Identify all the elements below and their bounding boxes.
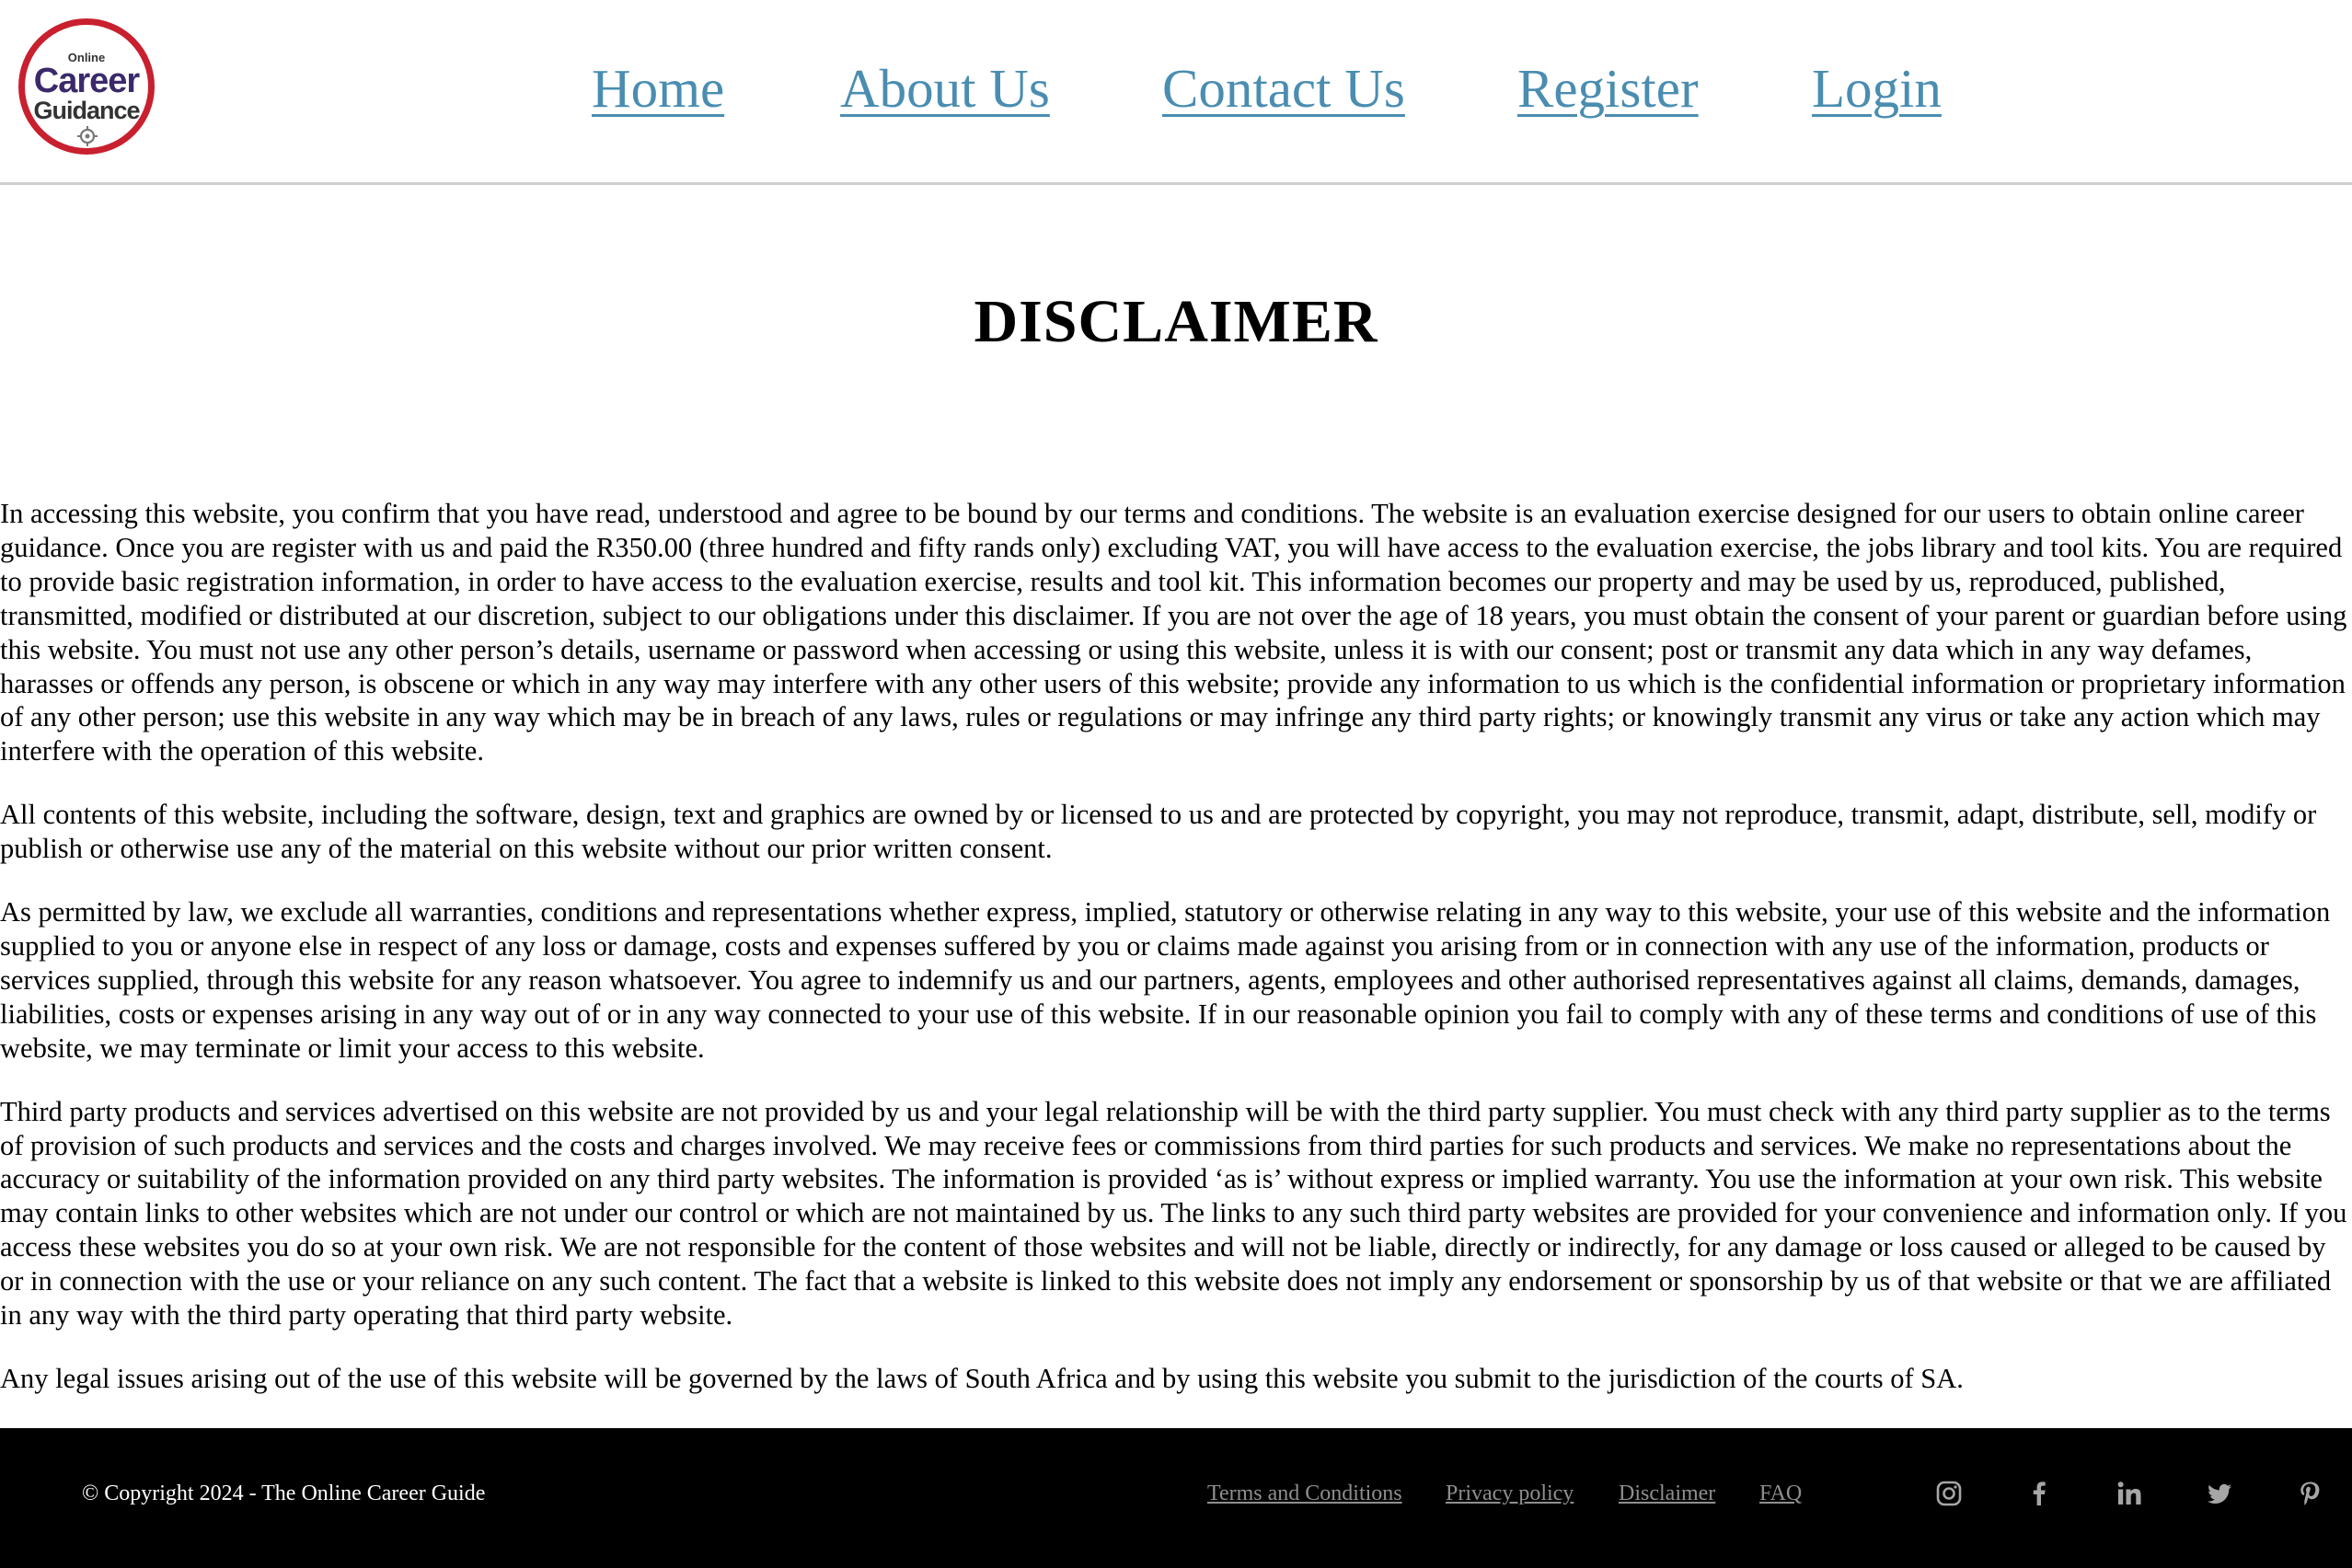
footer-disclaimer-link[interactable]: Disclaimer: [1619, 1480, 1715, 1507]
disclaimer-paragraph: All contents of this website, including …: [0, 799, 2317, 865]
disclaimer-paragraph: Third party products and services advert…: [0, 1095, 2347, 1332]
nav-contact-us-link[interactable]: Contact Us: [1162, 52, 1405, 125]
site-footer: © Copyright 2024 - The Online Career Gui…: [0, 1428, 2352, 1568]
target-icon: [77, 126, 98, 146]
twitter-icon[interactable]: [2206, 1480, 2233, 1507]
footer-terms-link[interactable]: Terms and Conditions: [1207, 1480, 1402, 1507]
page-title: DISCLAIMER: [974, 288, 1378, 355]
linkedin-icon[interactable]: [2116, 1480, 2143, 1507]
copyright-text: © Copyright 2024 - The Online Career Gui…: [82, 1482, 486, 1505]
footer-faq-link[interactable]: FAQ: [1759, 1480, 1802, 1507]
disclaimer-paragraph: In accessing this website, you confirm t…: [0, 498, 2347, 767]
nav-about-us-link[interactable]: About Us: [840, 52, 1050, 125]
disclaimer-paragraph: As permitted by law, we exclude all warr…: [0, 896, 2331, 1064]
disclaimer-paragraph: Any legal issues arising out of the use …: [0, 1362, 1964, 1394]
nav-login-link[interactable]: Login: [1812, 52, 1942, 125]
instagram-icon[interactable]: [1935, 1480, 1963, 1507]
footer-privacy-link[interactable]: Privacy policy: [1446, 1480, 1574, 1507]
nav-register-link[interactable]: Register: [1517, 52, 1699, 125]
nav-home-link[interactable]: Home: [592, 52, 724, 125]
pinterest-icon[interactable]: [2296, 1480, 2323, 1507]
site-header: Online Career Guidance Home About Us Con…: [0, 0, 2352, 185]
disclaimer-content: In accessing this website, you confirm t…: [0, 497, 2352, 1425]
main-nav: Home About Us Contact Us Register Login: [0, 52, 2352, 125]
facebook-icon[interactable]: [2025, 1480, 2053, 1507]
